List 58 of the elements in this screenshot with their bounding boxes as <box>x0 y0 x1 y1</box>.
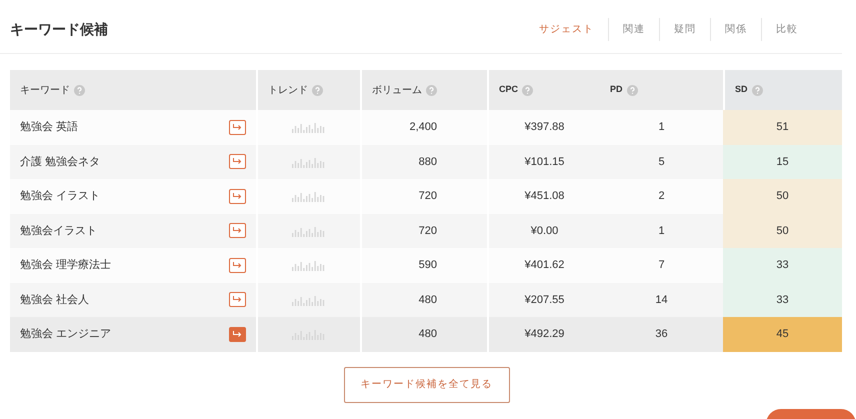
volume-cell-text: 590 <box>418 258 437 273</box>
cpc-cell-text: ¥0.00 <box>530 224 558 238</box>
pd-cell-text: 5 <box>658 154 665 170</box>
tab[interactable]: 関係 <box>711 18 761 41</box>
volume-cell-text: 480 <box>418 327 437 342</box>
trend-sparkline <box>292 121 326 134</box>
volume-cell-text: 720 <box>418 224 437 238</box>
keyword-cell-text: 勉強会 イラスト <box>20 189 100 204</box>
sd-cell: 51 <box>723 110 842 144</box>
show-all-button[interactable]: キーワード候補を全て見る <box>344 366 510 402</box>
trend-sparkline <box>292 259 326 272</box>
volume-cell-text: 480 <box>418 292 437 308</box>
volume-cell-text: 2,400 <box>409 120 437 135</box>
tab[interactable]: 比較 <box>762 18 812 41</box>
column-header[interactable]: CPC <box>499 83 518 97</box>
keyword-cell-text: 介護 勉強会ネタ <box>20 154 100 170</box>
pd-cell-text: 2 <box>658 189 665 204</box>
sd-cell: 50 <box>723 214 842 248</box>
column-header[interactable]: キーワード <box>20 82 70 98</box>
trend-sparkline <box>292 156 326 168</box>
volume-cell-text: 720 <box>418 189 437 204</box>
keyword-cell-text: 勉強会 社会人 <box>20 292 90 308</box>
pd-cell-text: 36 <box>655 327 668 342</box>
trend-sparkline <box>292 294 326 306</box>
cpc-cell-text: ¥397.88 <box>524 120 564 135</box>
cpc-cell-text: ¥401.62 <box>524 258 564 273</box>
cpc-cell-text: ¥492.29 <box>524 327 564 342</box>
column-header[interactable]: ボリューム <box>372 82 422 98</box>
sd-cell: 50 <box>723 179 842 214</box>
pd-cell-text: 14 <box>655 292 668 308</box>
table-row[interactable]: 勉強会イラスト 720 ¥0.00 1 50 <box>10 214 842 248</box>
keyword-cell-text: 勉強会 英語 <box>20 120 78 135</box>
keyword-cell-text: 勉強会イラスト <box>20 224 97 238</box>
column-header[interactable]: PD <box>610 83 623 97</box>
trend-sparkline <box>292 224 326 237</box>
volume-cell-text: 880 <box>418 154 437 170</box>
cpc-cell-text: ¥101.15 <box>524 154 564 170</box>
keyword-cell-text: 勉強会 エンジニア <box>20 327 112 342</box>
pd-cell-text: 7 <box>658 258 665 273</box>
tab[interactable]: 疑問 <box>660 18 710 41</box>
sd-cell: 33 <box>723 248 842 282</box>
column-header[interactable]: トレンド <box>268 82 308 98</box>
table-row[interactable]: 勉強会 社会人 480 ¥207.55 14 33 <box>10 282 842 317</box>
tab[interactable]: サジェスト <box>525 18 608 41</box>
cpc-cell-text: ¥451.08 <box>524 189 564 204</box>
table-row[interactable]: 介護 勉強会ネタ 880 ¥101.15 5 15 <box>10 144 842 179</box>
column-header[interactable]: SD <box>735 83 748 97</box>
sd-cell: 33 <box>723 282 842 317</box>
pd-cell-text: 1 <box>658 120 665 135</box>
pd-cell-text: 1 <box>658 224 665 238</box>
keyword-cell-text: 勉強会 理学療法士 <box>20 258 112 273</box>
cpc-cell-text: ¥207.55 <box>524 292 564 308</box>
section-title: キーワード候補 <box>10 20 108 39</box>
sd-cell: 15 <box>723 144 842 179</box>
trend-sparkline <box>292 190 326 202</box>
table-row[interactable]: 勉強会 エンジニア 480 ¥492.29 36 45 <box>10 317 842 352</box>
sd-cell: 45 <box>723 317 842 352</box>
tab[interactable]: 関連 <box>609 18 659 41</box>
